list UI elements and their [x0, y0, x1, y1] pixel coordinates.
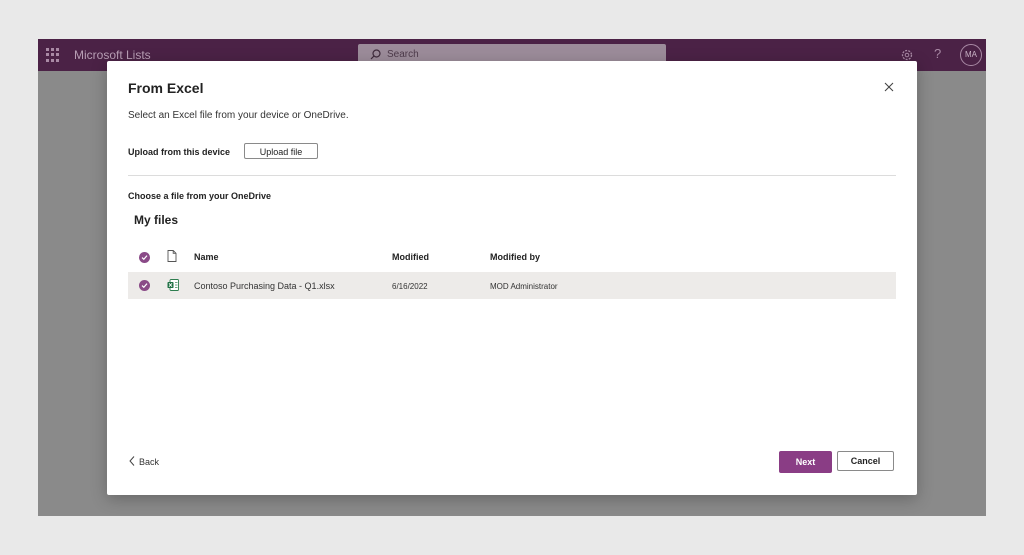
checkmark-icon — [141, 255, 148, 261]
checkmark-icon — [141, 283, 148, 289]
avatar[interactable]: MA — [960, 44, 982, 66]
chevron-left-icon — [129, 456, 135, 466]
search-icon — [370, 49, 381, 60]
app-launcher-icon[interactable] — [46, 48, 60, 62]
folder-title: My files — [134, 213, 179, 227]
back-label: Back — [139, 457, 160, 467]
help-icon[interactable]: ? — [934, 46, 941, 61]
file-type-icon — [167, 250, 177, 262]
back-button[interactable]: Back — [129, 456, 159, 467]
select-all-checkbox[interactable] — [139, 252, 150, 263]
column-header-modified[interactable]: Modified — [392, 252, 429, 262]
file-name[interactable]: Contoso Purchasing Data - Q1.xlsx — [194, 281, 335, 291]
search-placeholder: Search — [387, 49, 419, 60]
row-checkbox[interactable] — [139, 280, 150, 291]
next-button[interactable]: Next — [779, 451, 832, 473]
file-list-header: Name Modified Modified by — [128, 245, 896, 269]
file-modified-by: MOD Administrator — [490, 282, 558, 291]
file-modified: 6/16/2022 — [392, 282, 428, 291]
upload-label: Upload from this device — [128, 147, 231, 157]
close-icon[interactable] — [884, 82, 894, 92]
from-excel-dialog: From Excel Select an Excel file from you… — [107, 61, 917, 495]
dialog-subtitle: Select an Excel file from your device or… — [128, 110, 349, 121]
file-row[interactable]: Contoso Purchasing Data - Q1.xlsx 6/16/2… — [128, 272, 896, 299]
column-header-name[interactable]: Name — [194, 252, 219, 262]
excel-file-icon — [167, 279, 179, 291]
app-title[interactable]: Microsoft Lists — [74, 48, 151, 62]
upload-file-button[interactable]: Upload file — [244, 143, 318, 159]
section-divider — [128, 175, 896, 176]
onedrive-label: Choose a file from your OneDrive — [128, 191, 272, 201]
gear-icon[interactable] — [900, 48, 914, 62]
cancel-button[interactable]: Cancel — [837, 451, 894, 471]
dialog-title: From Excel — [128, 80, 204, 96]
column-header-modified-by[interactable]: Modified by — [490, 252, 540, 262]
